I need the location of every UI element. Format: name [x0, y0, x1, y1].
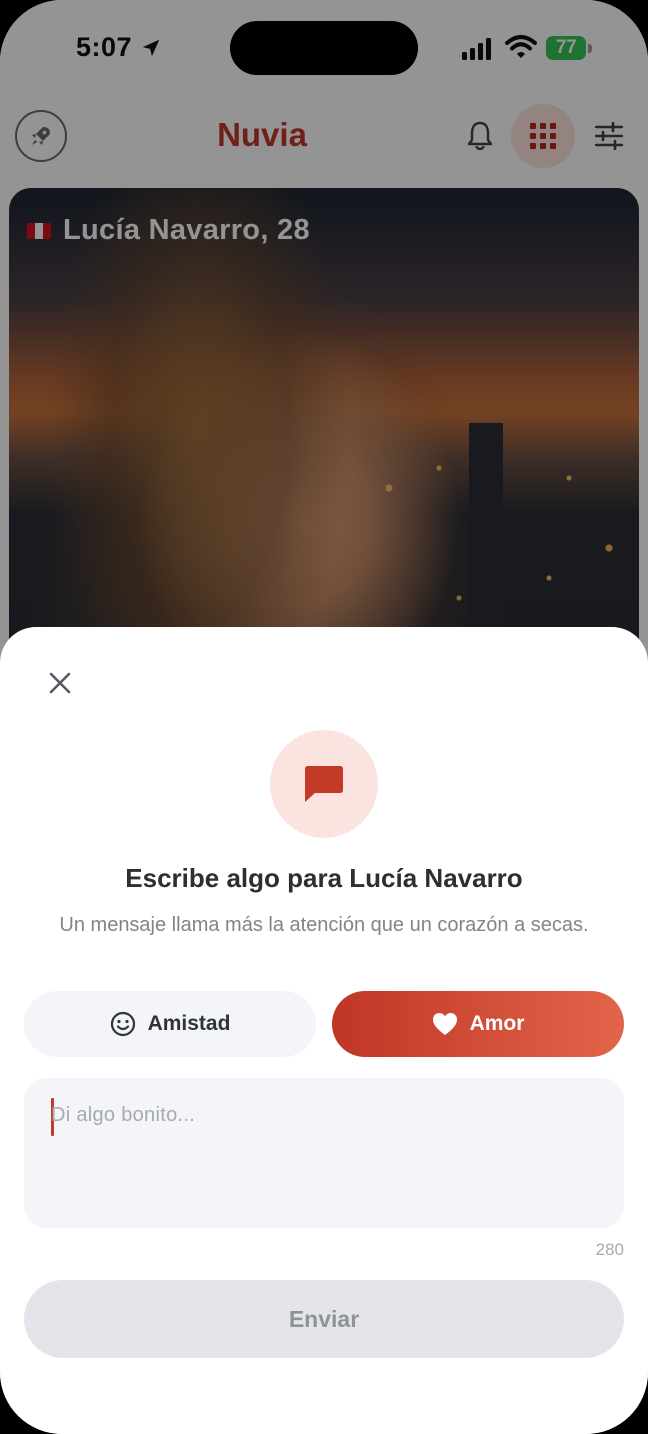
chat-bubble-icon [305, 766, 343, 802]
tone-amor-label: Amor [469, 1012, 525, 1035]
tone-amistad-button[interactable]: Amistad [24, 991, 316, 1057]
message-sheet: Escribe algo para Lucía Navarro Un mensa… [0, 627, 648, 1434]
close-icon [49, 672, 71, 694]
tone-selector: Amistad Amor [24, 991, 624, 1057]
character-counter: 280 [595, 1240, 624, 1259]
tone-amistad-label: Amistad [147, 1012, 231, 1035]
heart-icon [432, 1013, 457, 1035]
message-badge [270, 730, 378, 838]
send-button[interactable]: Enviar [24, 1280, 624, 1358]
smiley-icon [110, 1011, 135, 1037]
message-input[interactable]: Di algo bonito... [24, 1078, 624, 1228]
sheet-subtitle: Un mensaje llama más la atención que un … [59, 914, 589, 936]
close-button[interactable] [42, 665, 78, 701]
sheet-title: Escribe algo para Lucía Navarro [125, 863, 523, 893]
message-placeholder: Di algo bonito... [51, 1104, 196, 1126]
phone-screen: 5:07 77 Nuvia Lucía Navarro, 28 Escribe … [0, 0, 648, 1434]
tone-amor-button[interactable]: Amor [332, 991, 624, 1057]
